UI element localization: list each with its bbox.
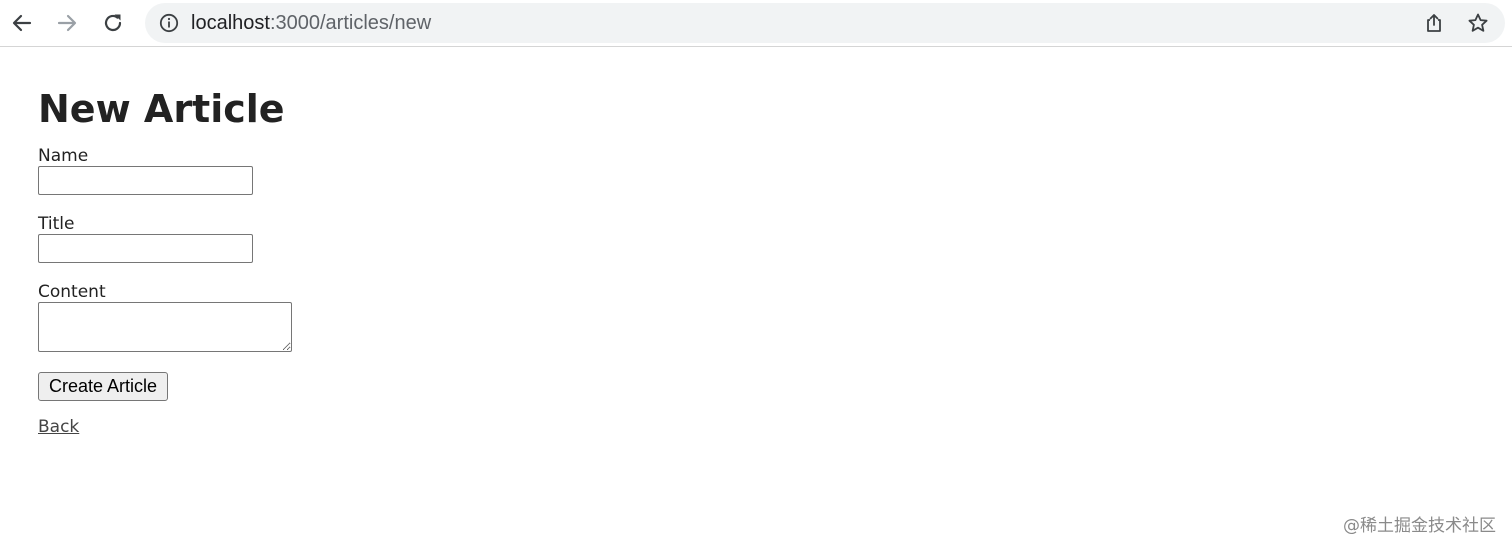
share-icon[interactable] xyxy=(1423,12,1445,34)
browser-toolbar: localhost:3000/articles/new xyxy=(0,0,1512,47)
page-title: New Article xyxy=(38,87,285,131)
url-host: localhost xyxy=(191,12,270,34)
title-input[interactable] xyxy=(38,234,253,263)
back-link-wrapper: Back xyxy=(38,417,292,437)
content-field-group: Content xyxy=(38,282,292,352)
reload-icon xyxy=(104,14,122,32)
content-textarea[interactable] xyxy=(38,302,292,352)
name-input[interactable] xyxy=(38,166,253,195)
address-bar[interactable]: localhost:3000/articles/new xyxy=(145,3,1505,43)
title-label: Title xyxy=(38,214,75,234)
arrow-left-icon xyxy=(12,14,32,32)
watermark: @稀土掘金技术社区 xyxy=(1343,516,1496,536)
title-field-group: Title xyxy=(38,214,292,263)
star-icon[interactable] xyxy=(1467,12,1489,34)
new-article-form: Name Title Content Create Article xyxy=(38,146,292,401)
arrow-right-icon xyxy=(57,14,77,32)
forward-button[interactable] xyxy=(52,8,82,38)
url-path: :3000/articles/new xyxy=(269,12,432,34)
info-icon[interactable] xyxy=(159,13,179,33)
create-article-button[interactable]: Create Article xyxy=(38,372,169,401)
article-form-page: New Article Name Title Content Create Ar… xyxy=(38,86,292,437)
actions: Create Article xyxy=(38,372,292,401)
reload-button[interactable] xyxy=(98,8,128,38)
back-link[interactable]: Back xyxy=(38,417,79,437)
content-label: Content xyxy=(38,282,106,302)
name-field-group: Name xyxy=(38,146,292,195)
url-text[interactable]: localhost:3000/articles/new xyxy=(191,3,431,43)
back-button[interactable] xyxy=(7,8,37,38)
name-label: Name xyxy=(38,146,89,166)
